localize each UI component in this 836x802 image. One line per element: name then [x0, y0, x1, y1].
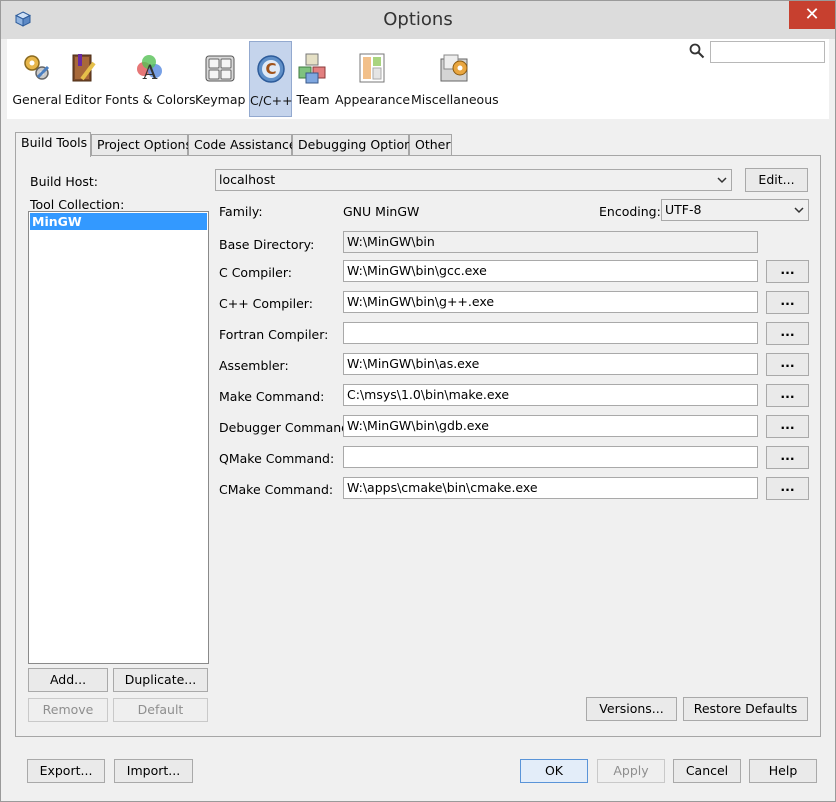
window-title: Options [383, 9, 453, 30]
tab-build-tools[interactable]: Build Tools [15, 132, 91, 157]
cpp-compiler-field[interactable]: W:\MinGW\bin\g++.exe [343, 291, 758, 313]
tool-collection-list[interactable]: MinGW [28, 211, 209, 664]
qmake-command-label: QMake Command: [219, 451, 335, 466]
editor-book-icon [72, 54, 96, 82]
cpp-icon: C [256, 55, 285, 83]
build-host-label: Build Host: [30, 174, 99, 189]
cmake-command-browse-button[interactable]: ... [766, 477, 809, 500]
make-command-browse-button[interactable]: ... [766, 384, 809, 407]
cmake-command-label: CMake Command: [219, 482, 334, 497]
category-fonts-colors[interactable]: A Fonts & Colors [105, 41, 196, 117]
category-label: Team [296, 92, 330, 107]
encoding-label: Encoding: [599, 204, 661, 219]
make-command-field[interactable]: C:\msys\1.0\bin\make.exe [343, 384, 758, 406]
apply-button[interactable]: Apply [597, 759, 665, 783]
cpp-compiler-label: C++ Compiler: [219, 296, 313, 311]
make-command-label: Make Command: [219, 389, 325, 404]
category-miscellaneous[interactable]: Miscellaneous [411, 41, 499, 117]
miscellaneous-icon [440, 54, 468, 82]
category-team[interactable]: Team [293, 41, 333, 117]
help-button[interactable]: Help [749, 759, 817, 783]
svg-text:C: C [265, 60, 276, 78]
keyboard-icon [205, 55, 235, 82]
fonts-colors-icon: A [137, 55, 162, 84]
title-bar: Options ✕ [1, 1, 835, 39]
options-dialog: Options ✕ General Editor A Fonts & Color… [0, 0, 836, 802]
category-label: Miscellaneous [411, 92, 499, 107]
category-label: General [12, 92, 62, 107]
ok-button[interactable]: OK [520, 759, 588, 783]
cancel-button[interactable]: Cancel [673, 759, 741, 783]
duplicate-collection-button[interactable]: Duplicate... [113, 668, 208, 692]
versions-button[interactable]: Versions... [586, 697, 677, 721]
tool-collection-label: Tool Collection: [30, 197, 125, 212]
assembler-field[interactable]: W:\MinGW\bin\as.exe [343, 353, 758, 375]
search-icon [689, 43, 705, 59]
tab-debugging-options[interactable]: Debugging Options [292, 134, 419, 156]
encoding-value: UTF-8 [665, 202, 702, 217]
default-collection-button[interactable]: Default [113, 698, 208, 722]
qmake-command-browse-button[interactable]: ... [766, 446, 809, 469]
svg-text:A: A [142, 60, 158, 84]
tab-other[interactable]: Other [409, 134, 452, 156]
c-compiler-label: C Compiler: [219, 265, 292, 280]
options-search-input[interactable] [710, 41, 825, 63]
category-keymap[interactable]: Keymap [195, 41, 245, 117]
team-blocks-icon [298, 53, 326, 84]
debugger-command-browse-button[interactable]: ... [766, 415, 809, 438]
build-host-value: localhost [219, 172, 276, 187]
category-label: Appearance [335, 92, 411, 107]
debugger-command-field[interactable]: W:\MinGW\bin\gdb.exe [343, 415, 758, 437]
category-label: Editor [64, 92, 102, 107]
base-directory-label: Base Directory: [219, 237, 315, 252]
category-editor[interactable]: Editor [61, 41, 105, 117]
family-value: GNU MinGW [343, 204, 420, 219]
debugger-command-label: Debugger Command: [219, 420, 354, 435]
qmake-command-field[interactable] [343, 446, 758, 468]
import-button[interactable]: Import... [114, 759, 193, 783]
add-collection-button[interactable]: Add... [28, 668, 108, 692]
category-general[interactable]: General [11, 41, 63, 117]
assembler-browse-button[interactable]: ... [766, 353, 809, 376]
category-toolbar: General Editor A Fonts & Colors Keymap C… [7, 39, 829, 119]
c-compiler-field[interactable]: W:\MinGW\bin\gcc.exe [343, 260, 758, 282]
appearance-icon [359, 53, 385, 83]
category-label: Keymap [195, 92, 246, 107]
fortran-compiler-label: Fortran Compiler: [219, 327, 329, 342]
category-appearance[interactable]: Appearance [335, 41, 411, 117]
edit-host-button[interactable]: Edit... [745, 168, 808, 192]
encoding-select[interactable]: UTF-8 [661, 199, 809, 221]
cmake-command-field[interactable]: W:\apps\cmake\bin\cmake.exe [343, 477, 758, 499]
build-tools-panel: Build Host: localhost Edit... Tool Colle… [15, 155, 821, 737]
list-item[interactable]: MinGW [30, 213, 207, 230]
category-cpp[interactable]: C C/C++ [249, 41, 293, 117]
c-compiler-browse-button[interactable]: ... [766, 260, 809, 283]
tab-project-options[interactable]: Project Options [91, 134, 192, 156]
category-label: C/C++ [250, 93, 293, 108]
fortran-compiler-browse-button[interactable]: ... [766, 322, 809, 345]
assembler-label: Assembler: [219, 358, 289, 373]
gears-icon [24, 55, 50, 80]
tab-code-assistance[interactable]: Code Assistance [188, 134, 297, 156]
build-host-select[interactable]: localhost [215, 169, 732, 191]
close-window-button[interactable]: ✕ [789, 1, 835, 29]
remove-collection-button[interactable]: Remove [28, 698, 108, 722]
restore-defaults-button[interactable]: Restore Defaults [683, 697, 808, 721]
family-label: Family: [219, 204, 263, 219]
fortran-compiler-field[interactable] [343, 322, 758, 344]
category-label: Fonts & Colors [105, 92, 196, 107]
chevron-down-icon [794, 207, 804, 214]
export-button[interactable]: Export... [27, 759, 105, 783]
base-directory-field[interactable]: W:\MinGW\bin [343, 231, 758, 253]
cpp-compiler-browse-button[interactable]: ... [766, 291, 809, 314]
chevron-down-icon [717, 177, 727, 184]
